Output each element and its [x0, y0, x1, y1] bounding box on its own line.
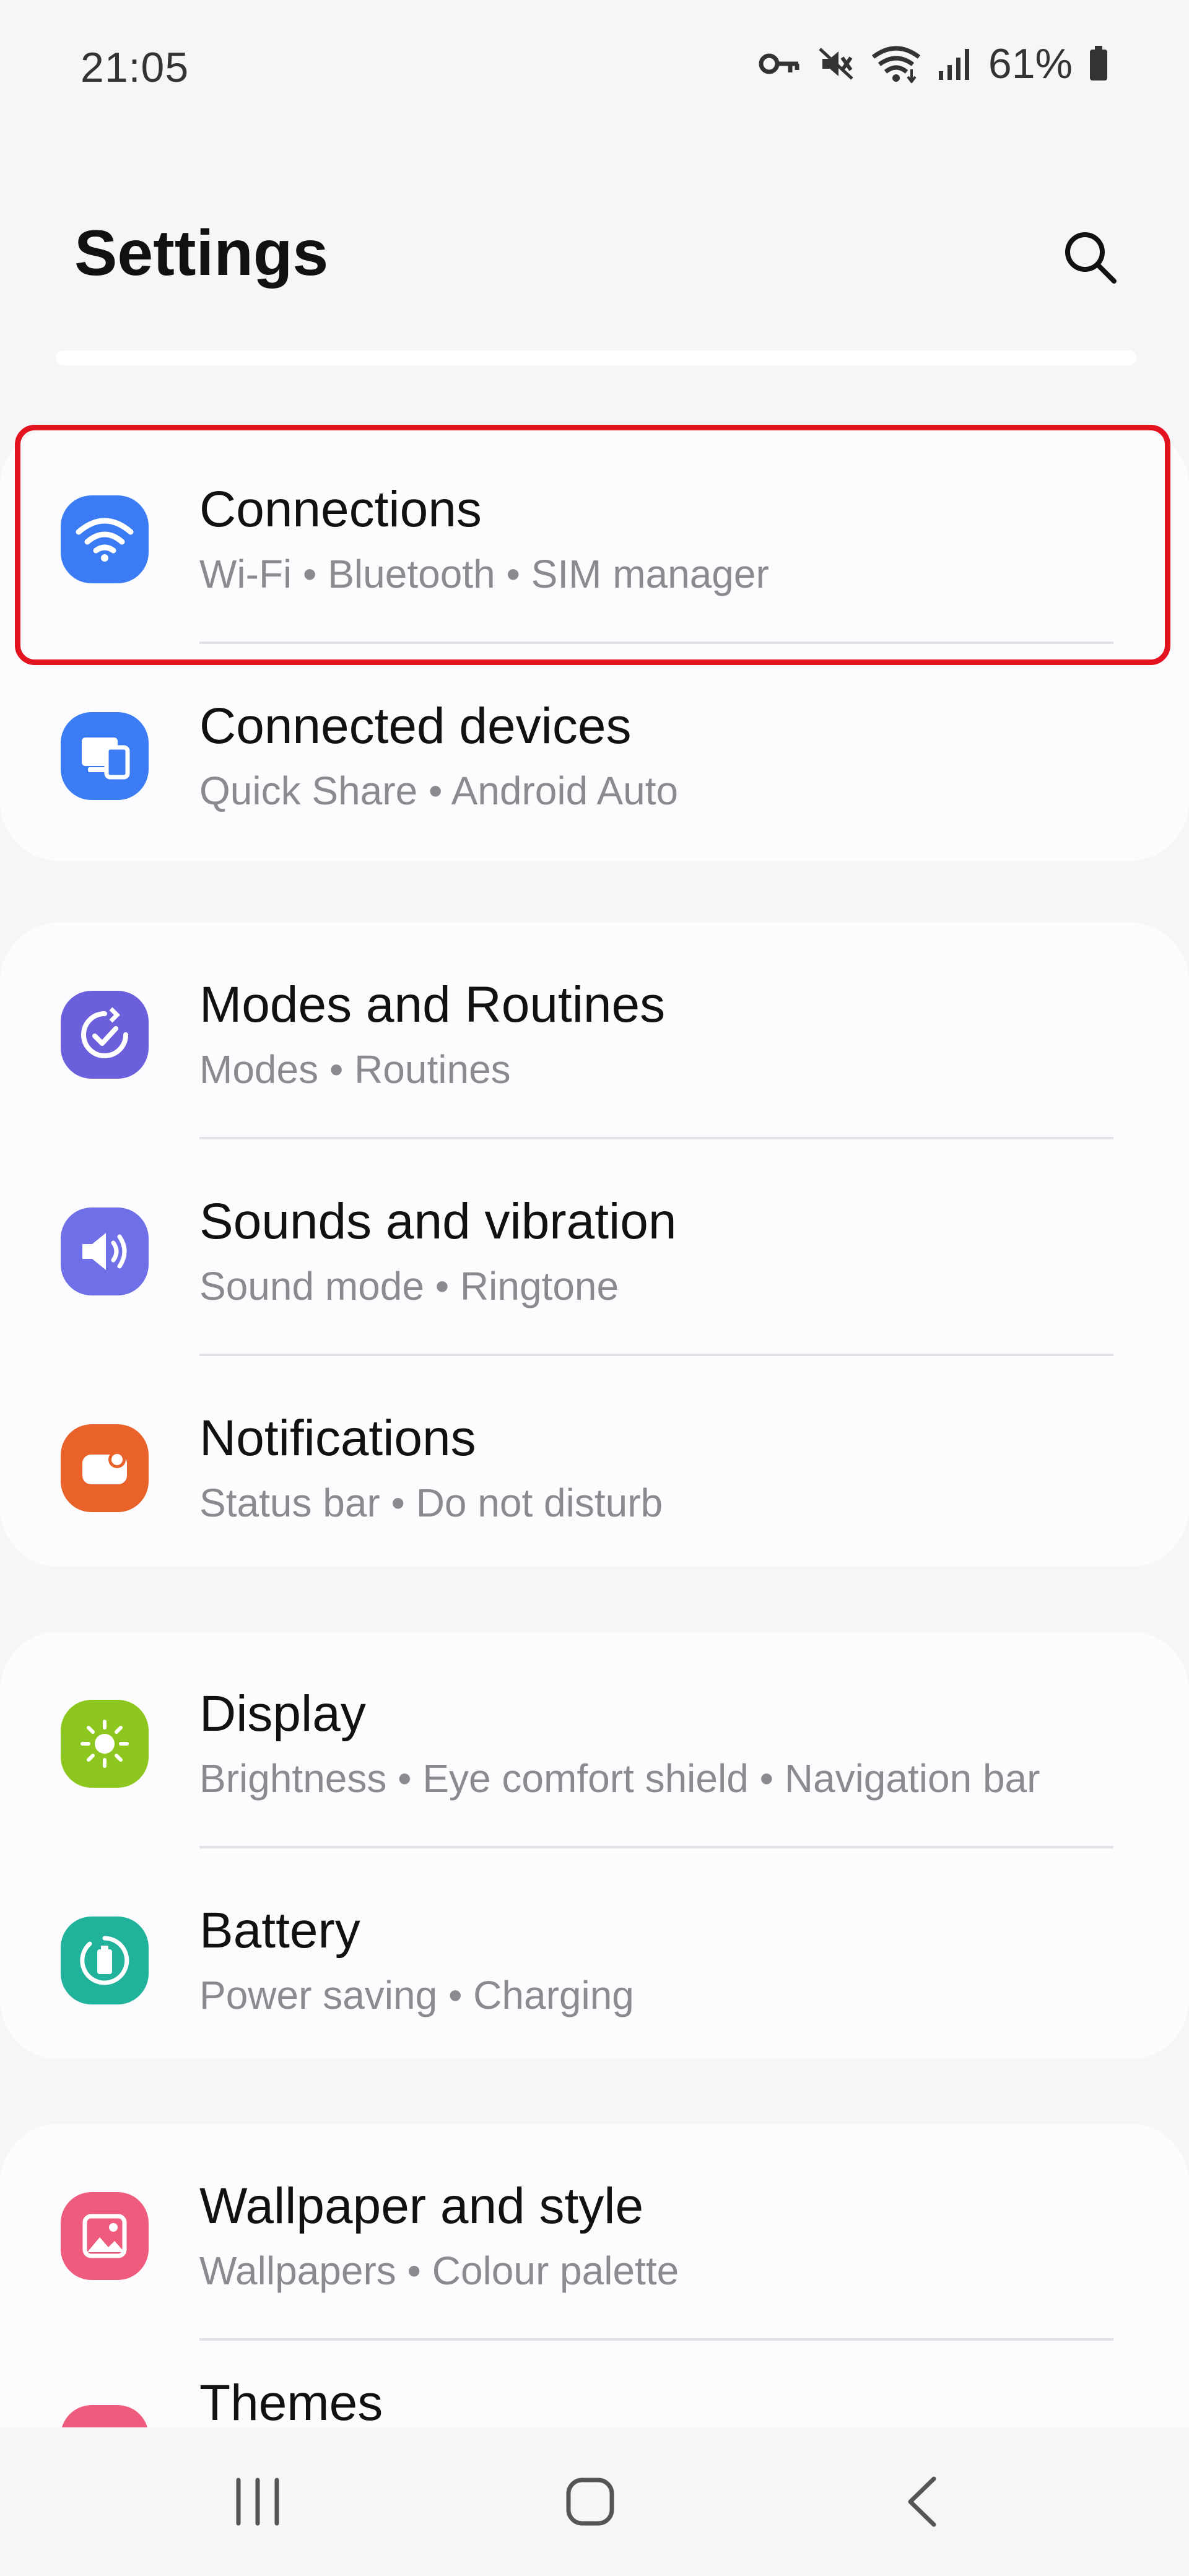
settings-group-3: Display Brightness • Eye comfort shield … — [0, 1632, 1189, 2059]
highlight-box — [15, 425, 1170, 665]
header-divider — [56, 350, 1136, 365]
settings-item-display[interactable]: Display Brightness • Eye comfort shield … — [0, 1632, 1189, 1848]
item-subtitle: Sound mode • Ringtone — [199, 1264, 619, 1308]
home-icon — [566, 2478, 614, 2526]
themes-icon-tile — [61, 2405, 149, 2427]
back-icon — [908, 2476, 936, 2527]
settings-item-battery[interactable]: Battery Power saving • Charging — [0, 1848, 1189, 2065]
wifi-icon — [871, 45, 921, 83]
home-button[interactable] — [541, 2458, 640, 2545]
display-icon-tile — [61, 1700, 149, 1788]
wallpaper-icon-tile — [61, 2192, 149, 2280]
settings-group-4: Wallpaper and style Wallpapers • Colour … — [0, 2124, 1189, 2427]
settings-item-wallpaper-and-style[interactable]: Wallpaper and style Wallpapers • Colour … — [0, 2124, 1189, 2341]
search-button[interactable] — [1053, 220, 1127, 294]
search-icon — [1065, 232, 1117, 284]
signal-icon — [938, 46, 972, 81]
wallpaper-icon — [82, 2214, 127, 2258]
status-time: 21:05 — [81, 44, 189, 91]
connected-devices-icon — [82, 738, 130, 780]
item-subtitle: Power saving • Charging — [199, 1973, 634, 2017]
item-title: Connected devices — [199, 698, 632, 754]
item-title: Modes and Routines — [199, 977, 666, 1033]
settings-item-connected-devices[interactable]: Connected devices Quick Share • Android … — [0, 644, 1189, 861]
modes-icon-tile — [61, 991, 149, 1079]
item-title: Display — [199, 1686, 366, 1742]
page-title: Settings — [74, 217, 329, 289]
connected-devices-icon-tile — [61, 712, 149, 800]
sun-icon — [81, 1720, 129, 1768]
item-title: Battery — [199, 1902, 360, 1959]
battery-icon — [1089, 46, 1108, 82]
item-subtitle: Status bar • Do not disturb — [199, 1481, 663, 1525]
settings-item-sounds-and-vibration[interactable]: Sounds and vibration Sound mode • Ringto… — [0, 1139, 1189, 1356]
settings-item-modes-and-routines[interactable]: Modes and Routines Modes • Routines — [0, 923, 1189, 1139]
settings-group-2: Modes and Routines Modes • Routines Soun… — [0, 923, 1189, 1567]
recents-button[interactable] — [208, 2458, 307, 2545]
status-icons: 61% — [758, 40, 1108, 88]
item-subtitle: Quick Share • Android Auto — [199, 768, 679, 813]
mute-icon — [817, 45, 855, 82]
item-subtitle: Wallpapers • Colour palette — [199, 2248, 679, 2293]
vpn-key-icon — [758, 50, 801, 77]
settings-item-themes[interactable]: Themes — [0, 2341, 1189, 2427]
battery-care-icon — [80, 1936, 129, 1985]
modes-routines-icon — [81, 1007, 128, 1058]
navigation-bar — [0, 2427, 1189, 2576]
recents-icon — [236, 2478, 279, 2526]
battery-percentage: 61% — [988, 40, 1073, 87]
notifications-icon-tile — [61, 1424, 149, 1512]
item-title: Wallpaper and style — [199, 2178, 644, 2234]
back-button[interactable] — [875, 2458, 974, 2545]
item-subtitle: Modes • Routines — [199, 1047, 511, 1092]
item-title: Themes — [199, 2375, 383, 2427]
item-title: Notifications — [199, 1410, 476, 1466]
item-subtitle: Brightness • Eye comfort shield • Naviga… — [199, 1756, 1040, 1801]
speaker-icon — [82, 1233, 127, 1270]
settings-item-notifications[interactable]: Notifications Status bar • Do not distur… — [0, 1356, 1189, 1573]
sounds-icon-tile — [61, 1208, 149, 1295]
battery-icon-tile — [61, 1917, 149, 2004]
notifications-icon — [82, 1451, 127, 1484]
themes-icon — [79, 2423, 131, 2427]
item-title: Sounds and vibration — [199, 1193, 677, 1250]
